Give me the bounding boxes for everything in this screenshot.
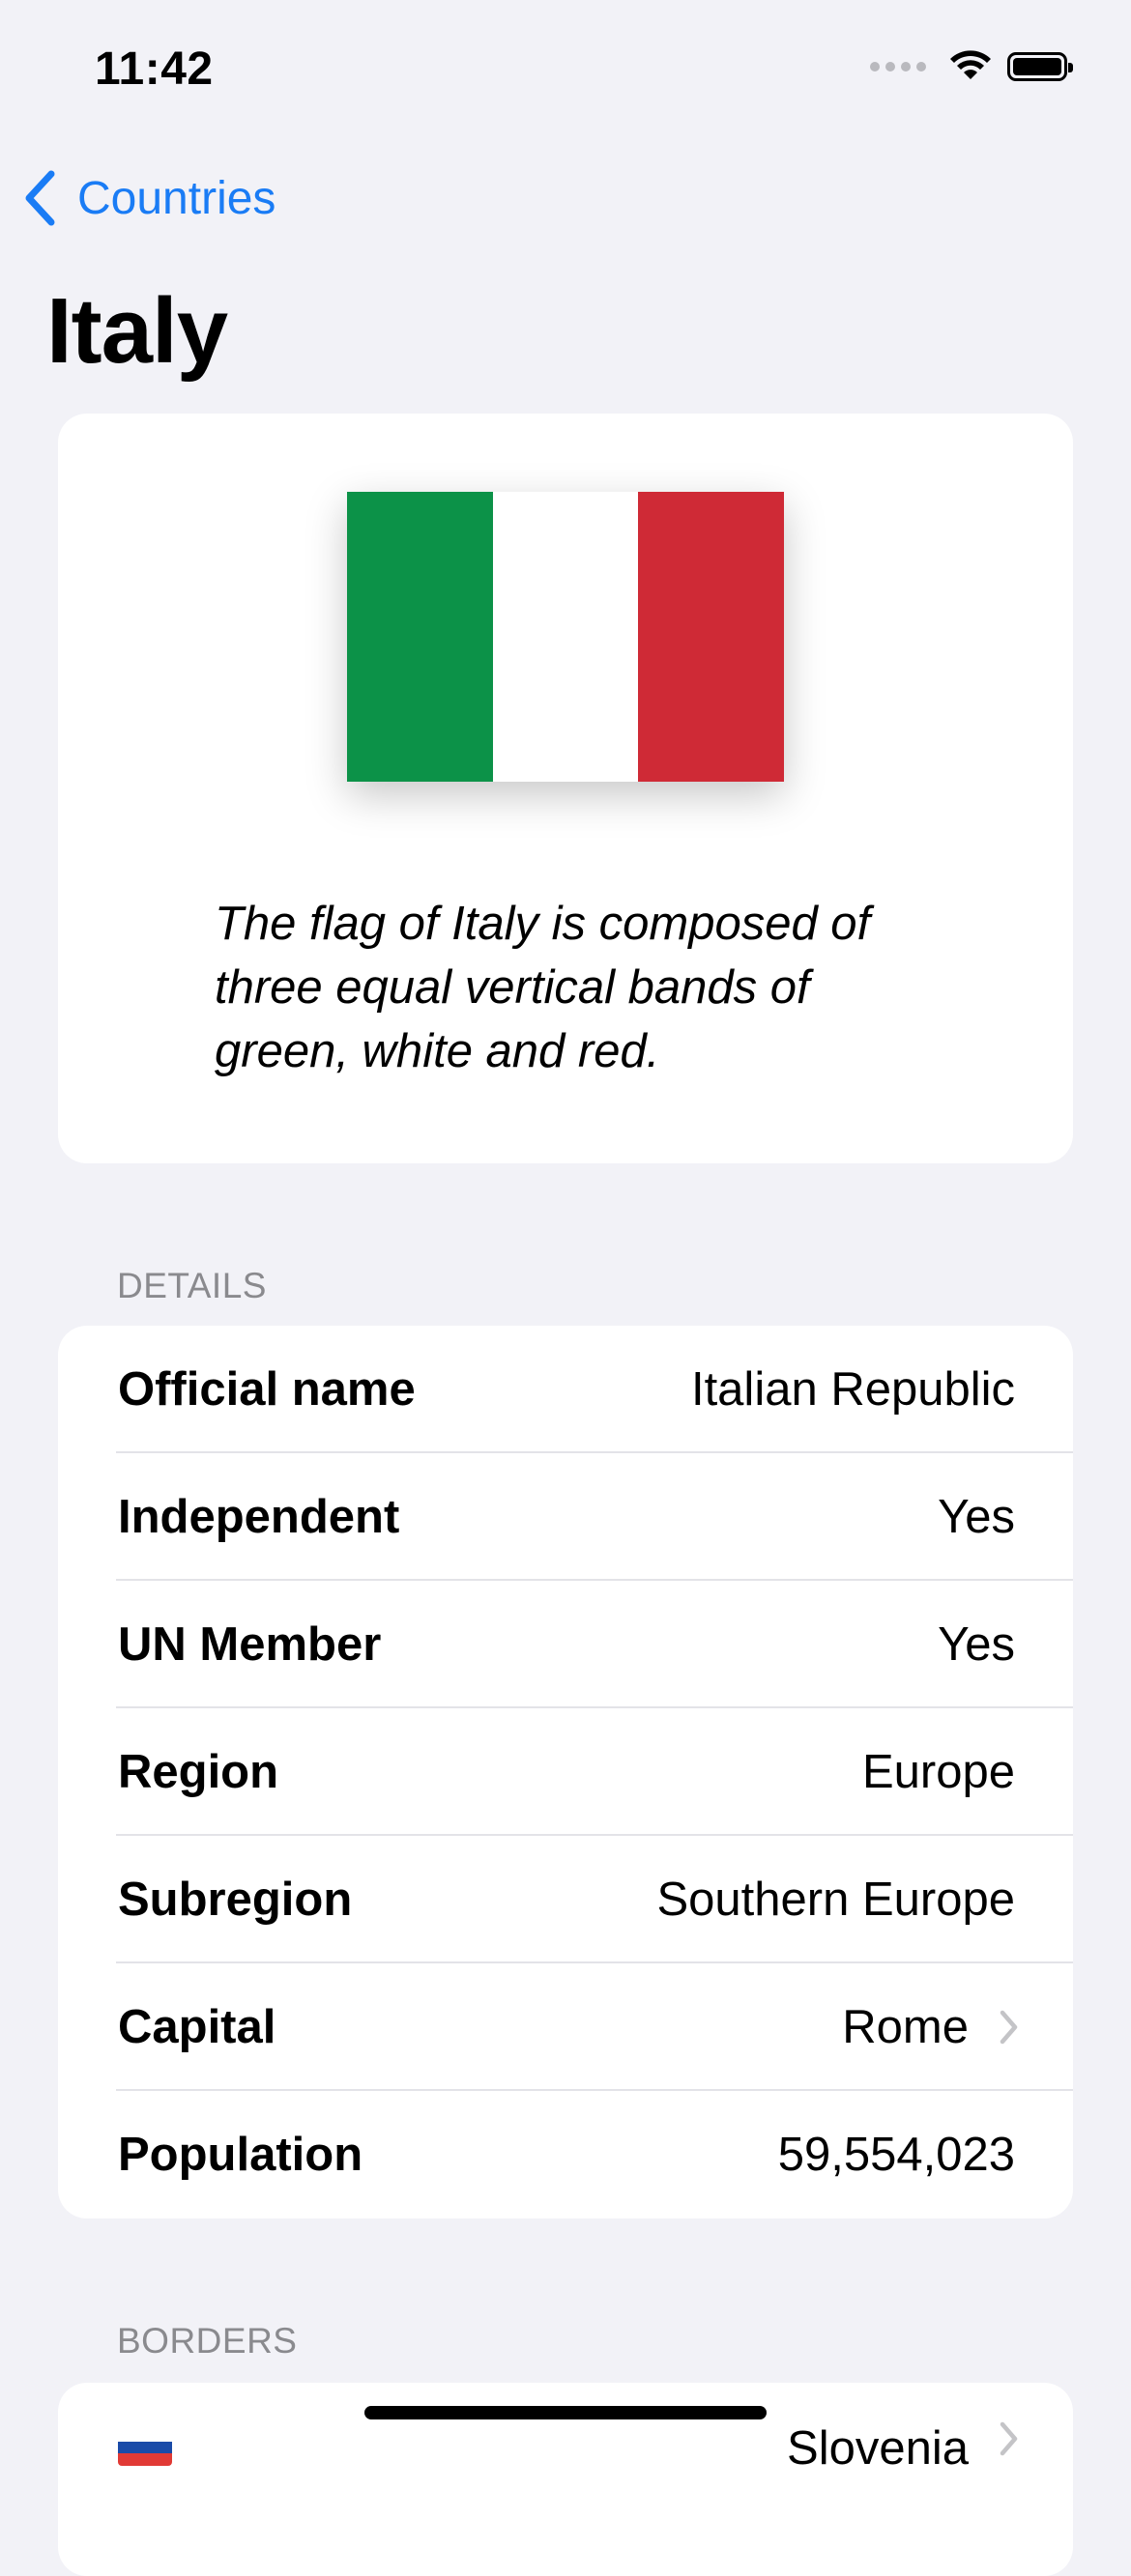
battery-icon <box>1007 52 1073 81</box>
detail-label: Region <box>118 1746 279 1798</box>
flag-image <box>347 492 785 782</box>
home-indicator[interactable] <box>364 2406 767 2419</box>
status-icons <box>870 50 1073 83</box>
flag-description: The flag of Italy is composed of three e… <box>215 898 871 1077</box>
detail-label: Capital <box>118 2001 276 2053</box>
flag-stripe-white <box>118 2429 172 2442</box>
detail-row-region: Region Europe <box>58 1708 1073 1836</box>
back-button-label: Countries <box>77 172 276 224</box>
detail-value: Yes <box>938 1491 1015 1543</box>
border-country-name: Slovenia <box>787 2422 969 2475</box>
chevron-left-icon <box>25 170 55 226</box>
detail-row-independent: Independent Yes <box>58 1453 1073 1581</box>
detail-label: Population <box>118 2129 363 2181</box>
back-button[interactable]: Countries <box>23 170 276 226</box>
chevron-right-icon <box>1000 1963 1019 2091</box>
detail-label: Official name <box>118 1363 416 1416</box>
chevron-right-icon <box>1000 2421 1019 2461</box>
detail-value: 59,554,023 <box>777 2129 1015 2181</box>
slovenia-flag-icon <box>118 2429 172 2466</box>
borders-section-header: BORDERS <box>117 2321 298 2361</box>
flag-band-white <box>492 492 639 782</box>
details-card: Official name Italian Republic Independe… <box>58 1326 1073 2218</box>
detail-value: Southern Europe <box>656 1874 1016 1926</box>
page-title: Italy <box>46 279 228 383</box>
details-section-header: DETAILS <box>117 1266 267 1305</box>
flag-band-green <box>347 492 493 782</box>
detail-row-official-name: Official name Italian Republic <box>58 1326 1073 1453</box>
detail-value: Italian Republic <box>690 1363 1015 1416</box>
detail-row-population: Population 59,554,023 <box>58 2091 1073 2218</box>
wifi-icon <box>950 50 991 79</box>
detail-label: Independent <box>118 1491 400 1543</box>
flag-card: The flag of Italy is composed of three e… <box>58 414 1073 1163</box>
detail-row-subregion: Subregion Southern Europe <box>58 1836 1073 1963</box>
detail-value: Rome <box>842 2001 969 2053</box>
cellular-signal-icon <box>870 62 926 72</box>
detail-label: UN Member <box>118 1618 382 1671</box>
detail-value: Europe <box>861 1746 1015 1798</box>
flag-stripe-blue <box>118 2441 172 2454</box>
detail-value: Yes <box>938 1618 1015 1671</box>
detail-row-capital[interactable]: Capital Rome <box>58 1963 1073 2091</box>
detail-row-un-member: UN Member Yes <box>58 1581 1073 1708</box>
detail-label: Subregion <box>118 1874 353 1926</box>
flag-stripe-red <box>118 2453 172 2466</box>
status-time: 11:42 <box>95 43 214 95</box>
flag-band-red <box>638 492 785 782</box>
